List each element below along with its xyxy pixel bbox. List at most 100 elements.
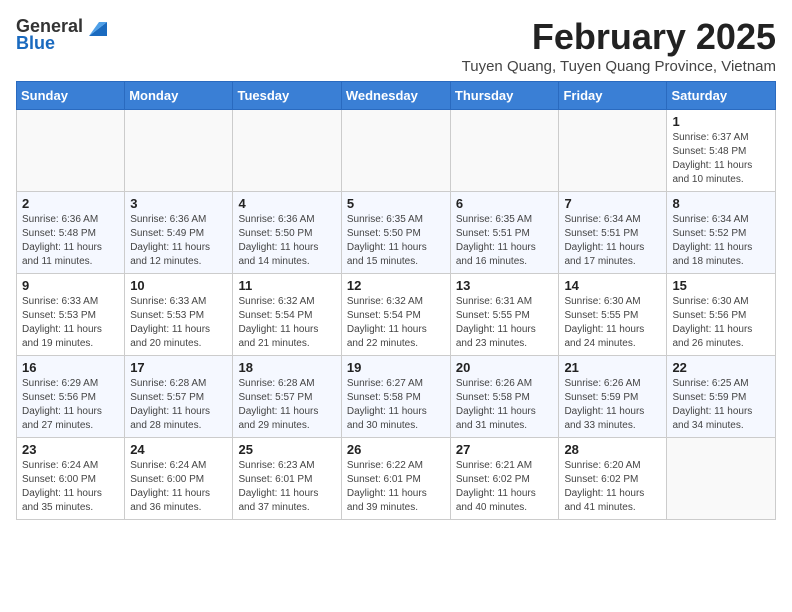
day-number: 25 [238, 442, 335, 457]
day-detail: Sunrise: 6:34 AM Sunset: 5:52 PM Dayligh… [672, 213, 770, 269]
calendar-week-2: 2 Sunrise: 6:36 AM Sunset: 5:48 PM Daylig… [17, 192, 776, 274]
page-header: General Blue February 2025 Tuyen Quang, … [16, 16, 776, 75]
calendar-week-5: 23Sunrise: 6:24 AM Sunset: 6:00 PM Dayli… [17, 438, 776, 520]
calendar-cell: 13Sunrise: 6:31 AM Sunset: 5:55 PM Dayli… [450, 274, 559, 356]
day-number: 21 [564, 360, 661, 375]
calendar-cell [667, 438, 776, 520]
day-detail: Sunrise: 6:33 AM Sunset: 5:53 PM Dayligh… [22, 295, 119, 351]
calendar-cell [450, 110, 559, 192]
calendar-body: 1 Sunrise: 6:37 AM Sunset: 5:48 PM Daylig… [17, 110, 776, 520]
calendar-cell: 22Sunrise: 6:25 AM Sunset: 5:59 PM Dayli… [667, 356, 776, 438]
day-detail: Sunrise: 6:20 AM Sunset: 6:02 PM Dayligh… [564, 459, 661, 515]
logo-blue-text: Blue [16, 33, 55, 54]
day-number: 26 [347, 442, 445, 457]
calendar-cell: 24Sunrise: 6:24 AM Sunset: 6:00 PM Dayli… [125, 438, 233, 520]
day-number: 5 [347, 196, 445, 211]
day-detail: Sunrise: 6:32 AM Sunset: 5:54 PM Dayligh… [347, 295, 445, 351]
logo: General Blue [16, 16, 107, 54]
calendar-cell: 7 Sunrise: 6:34 AM Sunset: 5:51 PM Daylig… [559, 192, 667, 274]
day-detail: Sunrise: 6:33 AM Sunset: 5:53 PM Dayligh… [130, 295, 227, 351]
calendar-cell: 9 Sunrise: 6:33 AM Sunset: 5:53 PM Daylig… [17, 274, 125, 356]
day-detail: Sunrise: 6:30 AM Sunset: 5:55 PM Dayligh… [564, 295, 661, 351]
weekday-header-saturday: Saturday [667, 82, 776, 110]
day-detail: Sunrise: 6:34 AM Sunset: 5:51 PM Dayligh… [564, 213, 661, 269]
day-number: 16 [22, 360, 119, 375]
day-detail: Sunrise: 6:35 AM Sunset: 5:50 PM Dayligh… [347, 213, 445, 269]
day-number: 23 [22, 442, 119, 457]
calendar-cell [233, 110, 341, 192]
day-number: 17 [130, 360, 227, 375]
day-number: 11 [238, 278, 335, 293]
day-number: 18 [238, 360, 335, 375]
day-detail: Sunrise: 6:23 AM Sunset: 6:01 PM Dayligh… [238, 459, 335, 515]
calendar-header-row: SundayMondayTuesdayWednesdayThursdayFrid… [17, 82, 776, 110]
day-number: 22 [672, 360, 770, 375]
day-number: 7 [564, 196, 661, 211]
day-detail: Sunrise: 6:29 AM Sunset: 5:56 PM Dayligh… [22, 377, 119, 433]
day-detail: Sunrise: 6:30 AM Sunset: 5:56 PM Dayligh… [672, 295, 770, 351]
calendar-cell: 15 Sunrise: 6:30 AM Sunset: 5:56 PM Dayli… [667, 274, 776, 356]
day-number: 8 [672, 196, 770, 211]
calendar-cell: 8 Sunrise: 6:34 AM Sunset: 5:52 PM Daylig… [667, 192, 776, 274]
day-detail: Sunrise: 6:26 AM Sunset: 5:59 PM Dayligh… [564, 377, 661, 433]
calendar-week-1: 1 Sunrise: 6:37 AM Sunset: 5:48 PM Daylig… [17, 110, 776, 192]
calendar-cell: 1 Sunrise: 6:37 AM Sunset: 5:48 PM Daylig… [667, 110, 776, 192]
day-detail: Sunrise: 6:31 AM Sunset: 5:55 PM Dayligh… [456, 295, 554, 351]
day-number: 20 [456, 360, 554, 375]
day-number: 3 [130, 196, 227, 211]
calendar-cell: 23Sunrise: 6:24 AM Sunset: 6:00 PM Dayli… [17, 438, 125, 520]
day-number: 28 [564, 442, 661, 457]
day-detail: Sunrise: 6:36 AM Sunset: 5:49 PM Dayligh… [130, 213, 227, 269]
calendar-cell: 17 Sunrise: 6:28 AM Sunset: 5:57 PM Dayli… [125, 356, 233, 438]
day-number: 9 [22, 278, 119, 293]
day-detail: Sunrise: 6:28 AM Sunset: 5:57 PM Dayligh… [238, 377, 335, 433]
calendar-cell [125, 110, 233, 192]
calendar-cell: 6 Sunrise: 6:35 AM Sunset: 5:51 PM Daylig… [450, 192, 559, 274]
month-title: February 2025 [462, 16, 776, 58]
calendar-cell [559, 110, 667, 192]
title-area: February 2025 Tuyen Quang, Tuyen Quang P… [462, 16, 776, 75]
calendar-cell: 4Sunrise: 6:36 AM Sunset: 5:50 PM Daylig… [233, 192, 341, 274]
calendar-cell: 20 Sunrise: 6:26 AM Sunset: 5:58 PM Dayli… [450, 356, 559, 438]
calendar-cell: 16 Sunrise: 6:29 AM Sunset: 5:56 PM Dayli… [17, 356, 125, 438]
calendar-week-4: 16 Sunrise: 6:29 AM Sunset: 5:56 PM Dayli… [17, 356, 776, 438]
calendar-cell: 18 Sunrise: 6:28 AM Sunset: 5:57 PM Dayli… [233, 356, 341, 438]
day-detail: Sunrise: 6:26 AM Sunset: 5:58 PM Dayligh… [456, 377, 554, 433]
day-number: 14 [564, 278, 661, 293]
day-number: 24 [130, 442, 227, 457]
day-detail: Sunrise: 6:37 AM Sunset: 5:48 PM Dayligh… [672, 131, 770, 187]
calendar-cell: 14 Sunrise: 6:30 AM Sunset: 5:55 PM Dayli… [559, 274, 667, 356]
day-number: 19 [347, 360, 445, 375]
calendar-cell: 27Sunrise: 6:21 AM Sunset: 6:02 PM Dayli… [450, 438, 559, 520]
calendar-cell: 26 Sunrise: 6:22 AM Sunset: 6:01 PM Dayli… [341, 438, 450, 520]
calendar-cell: 21 Sunrise: 6:26 AM Sunset: 5:59 PM Dayli… [559, 356, 667, 438]
day-detail: Sunrise: 6:36 AM Sunset: 5:48 PM Dayligh… [22, 213, 119, 269]
calendar-cell [341, 110, 450, 192]
day-number: 1 [672, 114, 770, 129]
day-number: 10 [130, 278, 227, 293]
day-number: 6 [456, 196, 554, 211]
calendar-cell [17, 110, 125, 192]
day-number: 15 [672, 278, 770, 293]
calendar-cell: 28 Sunrise: 6:20 AM Sunset: 6:02 PM Dayli… [559, 438, 667, 520]
weekday-header-tuesday: Tuesday [233, 82, 341, 110]
day-detail: Sunrise: 6:27 AM Sunset: 5:58 PM Dayligh… [347, 377, 445, 433]
weekday-header-thursday: Thursday [450, 82, 559, 110]
calendar-table: SundayMondayTuesdayWednesdayThursdayFrid… [16, 81, 776, 520]
calendar-cell: 2 Sunrise: 6:36 AM Sunset: 5:48 PM Daylig… [17, 192, 125, 274]
day-number: 12 [347, 278, 445, 293]
logo-icon [85, 18, 107, 36]
calendar-cell: 10 Sunrise: 6:33 AM Sunset: 5:53 PM Dayli… [125, 274, 233, 356]
day-number: 4 [238, 196, 335, 211]
day-detail: Sunrise: 6:35 AM Sunset: 5:51 PM Dayligh… [456, 213, 554, 269]
day-detail: Sunrise: 6:22 AM Sunset: 6:01 PM Dayligh… [347, 459, 445, 515]
calendar-cell: 5 Sunrise: 6:35 AM Sunset: 5:50 PM Daylig… [341, 192, 450, 274]
day-number: 27 [456, 442, 554, 457]
calendar-cell: 25 Sunrise: 6:23 AM Sunset: 6:01 PM Dayli… [233, 438, 341, 520]
day-number: 2 [22, 196, 119, 211]
weekday-header-monday: Monday [125, 82, 233, 110]
calendar-week-3: 9 Sunrise: 6:33 AM Sunset: 5:53 PM Daylig… [17, 274, 776, 356]
day-detail: Sunrise: 6:28 AM Sunset: 5:57 PM Dayligh… [130, 377, 227, 433]
calendar-cell: 11Sunrise: 6:32 AM Sunset: 5:54 PM Dayli… [233, 274, 341, 356]
weekday-header-friday: Friday [559, 82, 667, 110]
